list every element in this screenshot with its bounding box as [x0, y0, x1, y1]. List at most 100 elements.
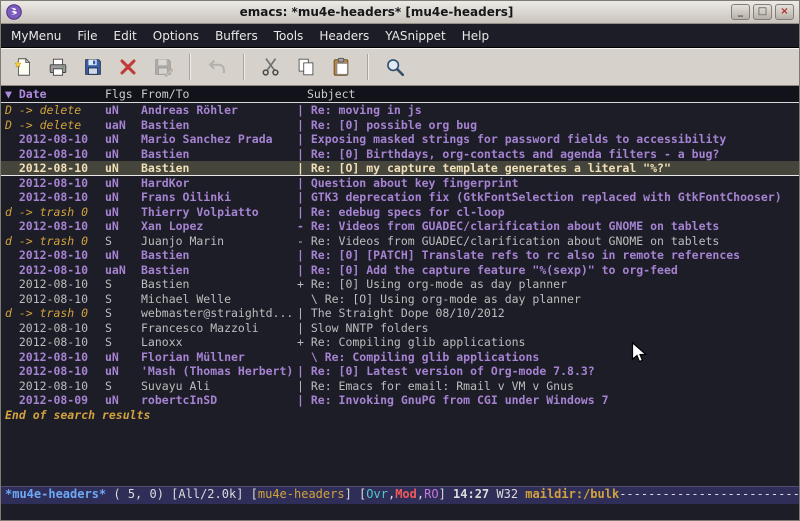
header-line: ▼ DateFlgsFrom/ToSubject	[1, 86, 799, 103]
close-buffer-icon[interactable]	[112, 52, 144, 82]
message-row[interactable]: 2012-08-10uNXan Lopez- Re: Videos from G…	[1, 219, 799, 234]
buffer-area[interactable]: ▼ DateFlgsFrom/ToSubject D -> deleteuNAn…	[1, 86, 799, 486]
message-row[interactable]: 2012-08-10uN'Mash (Thomas Herbert)| Re: …	[1, 364, 799, 379]
message-flags: S	[105, 234, 141, 249]
message-mark: d -> trash 0	[5, 234, 105, 249]
message-mark: 2012-08-10	[5, 219, 105, 234]
titlebar[interactable]: emacs: *mu4e-headers* [mu4e-headers] _□×	[1, 1, 799, 24]
menu-headers[interactable]: Headers	[311, 24, 377, 47]
message-row[interactable]: d -> trash 0uNThierry Volpiatto| Re: ede…	[1, 205, 799, 220]
modeline-ovr: Ovr	[366, 487, 388, 501]
message-mark: d -> trash 0	[5, 205, 105, 220]
message-subject: | Re: [O] my capture template generates …	[297, 161, 799, 176]
message-row[interactable]: 2012-08-10uNMario Sanchez Prada| Exposin…	[1, 132, 799, 147]
message-from: Bastien	[141, 248, 297, 263]
message-from: Frans Oilinki	[141, 190, 297, 205]
message-from: Xan Lopez	[141, 219, 297, 234]
message-list: D -> deleteuNAndreas Röhler| Re: moving …	[1, 103, 799, 408]
toolbar-separator	[367, 54, 369, 80]
message-subject: | Re: moving in js	[297, 103, 799, 118]
menu-buffers[interactable]: Buffers	[207, 24, 266, 47]
new-file-icon[interactable]	[7, 52, 39, 82]
message-row[interactable]: 2012-08-09uNrobertcInSD| Re: Invoking Gn…	[1, 393, 799, 408]
message-flags: uN	[105, 147, 141, 162]
message-flags: S	[105, 379, 141, 394]
message-subject: | Question about key fingerprint	[297, 176, 799, 191]
copy-icon[interactable]	[290, 52, 322, 82]
message-row[interactable]: d -> trash 0SJuanjo Marin- Re: Videos fr…	[1, 234, 799, 249]
menu-yasnippet[interactable]: YASnippet	[377, 24, 454, 47]
message-row[interactable]: 2012-08-10uNBastien| Re: [0] [PATCH] Tra…	[1, 248, 799, 263]
message-mark: 2012-08-10	[5, 263, 105, 278]
message-subject: | The Straight Dope 08/10/2012	[297, 306, 799, 321]
paste-icon[interactable]	[325, 52, 357, 82]
message-mark: 2012-08-10	[5, 132, 105, 147]
message-subject: \ Re: Compiling glib applications	[297, 350, 799, 365]
message-flags: uN	[105, 248, 141, 263]
message-from: webmaster@straightd...	[141, 306, 297, 321]
message-row[interactable]: 2012-08-10SLanoxx+ Re: Compiling glib ap…	[1, 335, 799, 350]
message-row[interactable]: 2012-08-10uNBastien| Re: [O] my capture …	[1, 161, 799, 176]
cut-icon[interactable]	[255, 52, 287, 82]
print-icon[interactable]	[42, 52, 74, 82]
minimize-button[interactable]: _	[731, 4, 750, 20]
message-flags: uN	[105, 350, 141, 365]
message-subject: | Re: Invoking GnuPG from CGI under Wind…	[297, 393, 799, 408]
message-subject: + Re: Compiling glib applications	[297, 335, 799, 350]
column-header-from[interactable]: From/To	[141, 86, 297, 102]
message-subject: - Re: Videos from GUADEC/clarification a…	[297, 219, 799, 234]
save-icon[interactable]	[77, 52, 109, 82]
menu-help[interactable]: Help	[454, 24, 497, 47]
message-flags: uN	[105, 364, 141, 379]
maximize-button[interactable]: □	[753, 4, 772, 20]
message-subject: | Re: [0] Latest version of Org-mode 7.8…	[297, 364, 799, 379]
mode-line[interactable]: *mu4e-headers* ( 5, 0) [All/2.0k] [mu4e-…	[1, 486, 799, 504]
message-row[interactable]: 2012-08-10uNHardKor| Question about key …	[1, 176, 799, 191]
message-subject: | Slow NNTP folders	[297, 321, 799, 336]
menu-options[interactable]: Options	[145, 24, 207, 47]
window-controls: _□×	[731, 4, 794, 20]
message-mark: 2012-08-10	[5, 350, 105, 365]
echo-area[interactable]	[1, 504, 799, 520]
message-mark: 2012-08-10	[5, 248, 105, 263]
message-row[interactable]: 2012-08-10SSuvayu Ali| Re: Emacs for ema…	[1, 379, 799, 394]
message-mark: 2012-08-10	[5, 176, 105, 191]
message-row[interactable]: D -> deleteuNAndreas Röhler| Re: moving …	[1, 103, 799, 118]
menu-mymenu[interactable]: MyMenu	[3, 24, 69, 47]
message-from: Bastien	[141, 161, 297, 176]
toolbar	[1, 48, 799, 86]
column-header-date[interactable]: ▼ Date	[5, 86, 105, 102]
message-row[interactable]: 2012-08-10uNBastien| Re: [0] Birthdays, …	[1, 147, 799, 162]
message-from: Francesco Mazzoli	[141, 321, 297, 336]
menu-tools[interactable]: Tools	[266, 24, 312, 47]
message-row[interactable]: D -> deleteuaNBastien| Re: [0] possible …	[1, 118, 799, 133]
message-from: Suvayu Ali	[141, 379, 297, 394]
message-row[interactable]: 2012-08-10uNFrans Oilinki| GTK3 deprecat…	[1, 190, 799, 205]
message-from: 'Mash (Thomas Herbert)	[141, 364, 297, 379]
message-row[interactable]: 2012-08-10SFrancesco Mazzoli| Slow NNTP …	[1, 321, 799, 336]
modeline-plain: W32	[489, 487, 525, 501]
message-subject: | Re: [0] Birthdays, org-contacts and ag…	[297, 147, 799, 162]
emacs-window: emacs: *mu4e-headers* [mu4e-headers] _□×…	[0, 0, 800, 521]
message-row[interactable]: 2012-08-10uaNBastien| Re: [0] Add the ca…	[1, 263, 799, 278]
search-icon[interactable]	[379, 52, 411, 82]
menu-edit[interactable]: Edit	[106, 24, 145, 47]
message-subject: - Re: Videos from GUADEC/clarification a…	[297, 234, 799, 249]
window-title: emacs: *mu4e-headers* [mu4e-headers]	[26, 5, 727, 19]
message-from: Lanoxx	[141, 335, 297, 350]
message-flags: uN	[105, 176, 141, 191]
message-flags: S	[105, 321, 141, 336]
message-from: robertcInSD	[141, 393, 297, 408]
column-header-subject[interactable]: Subject	[297, 86, 799, 102]
message-row[interactable]: d -> trash 0Swebmaster@straightd...| The…	[1, 306, 799, 321]
column-header-flags[interactable]: Flgs	[105, 86, 141, 102]
message-row[interactable]: 2012-08-10uNFlorian Müllner \ Re: Compil…	[1, 350, 799, 365]
message-row[interactable]: 2012-08-10SBastien+ Re: [0] Using org-mo…	[1, 277, 799, 292]
close-button[interactable]: ×	[775, 4, 794, 20]
message-from: Bastien	[141, 147, 297, 162]
message-row[interactable]: 2012-08-10SMichael Welle \ Re: [O] Using…	[1, 292, 799, 307]
menu-file[interactable]: File	[69, 24, 105, 47]
message-from: Juanjo Marin	[141, 234, 297, 249]
message-subject: | Re: edebug specs for cl-loop	[297, 205, 799, 220]
message-flags: S	[105, 306, 141, 321]
